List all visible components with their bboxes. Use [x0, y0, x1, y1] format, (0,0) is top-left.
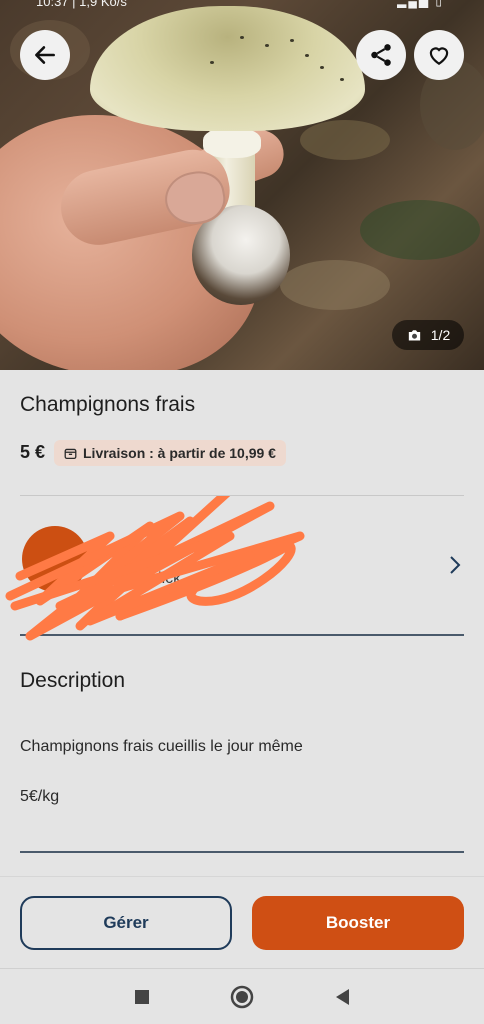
- photo-counter: 1/2: [392, 320, 464, 350]
- manage-button[interactable]: Gérer: [20, 896, 232, 950]
- home-button[interactable]: [228, 983, 256, 1011]
- background-leaf: [300, 120, 390, 160]
- share-icon: [371, 44, 391, 66]
- description-text: Champignons frais cueillis le jour même: [20, 738, 303, 755]
- boost-button[interactable]: Booster: [252, 896, 464, 950]
- description-heading: Description: [20, 669, 126, 692]
- circle-icon: [230, 985, 254, 1009]
- recents-button[interactable]: [128, 983, 156, 1011]
- redaction-scribble: [5, 496, 305, 641]
- mushroom-ring: [203, 128, 261, 158]
- listing-price: 5 €: [20, 442, 46, 462]
- cap-dot: [240, 36, 244, 39]
- listing-photo[interactable]: 10:37 | 1,9 Ko/s ▂▄▆ ▯ 1/2: [0, 0, 484, 370]
- delivery-badge: Livraison : à partir de 10,99 €: [54, 440, 286, 466]
- cap-dot: [290, 39, 294, 42]
- photo-counter-label: 1/2: [430, 327, 451, 343]
- back-nav-button[interactable]: [328, 983, 356, 1011]
- status-icons: ▂▄▆ ▯: [397, 0, 444, 8]
- back-button[interactable]: [20, 30, 70, 80]
- camera-icon: [408, 329, 420, 340]
- status-time: 10:37 | 1,9 Ko/s: [36, 0, 127, 9]
- square-icon: [135, 990, 149, 1004]
- heart-icon: [429, 47, 449, 65]
- delivery-label: Livraison : à partir de 10,99 €: [83, 445, 276, 461]
- seller-row[interactable]: mariaclick: [0, 496, 484, 641]
- background-leaf: [280, 260, 390, 310]
- description-price-per-kg: 5€/kg: [20, 788, 60, 805]
- listing-screen: 10:37 | 1,9 Ko/s ▂▄▆ ▯ 1/2 Champignons f…: [0, 0, 484, 1024]
- package-icon: [64, 448, 77, 459]
- cap-dot: [305, 54, 309, 57]
- cap-dot: [210, 61, 214, 64]
- action-bar: Gérer Booster: [0, 876, 484, 968]
- share-button[interactable]: [356, 30, 406, 80]
- cap-dot: [265, 44, 269, 47]
- triangle-back-icon: [336, 989, 349, 1005]
- cap-dot: [320, 66, 324, 69]
- description-divider: [20, 851, 464, 853]
- favorite-button[interactable]: [414, 30, 464, 80]
- chevron-right-icon: [450, 556, 461, 574]
- mushroom-cap: [90, 6, 365, 131]
- cap-dot: [340, 78, 344, 81]
- system-nav-bar: [0, 968, 484, 1024]
- back-arrow-icon: [35, 46, 55, 64]
- background-leaf: [360, 200, 480, 260]
- listing-title: Champignons frais: [20, 393, 196, 416]
